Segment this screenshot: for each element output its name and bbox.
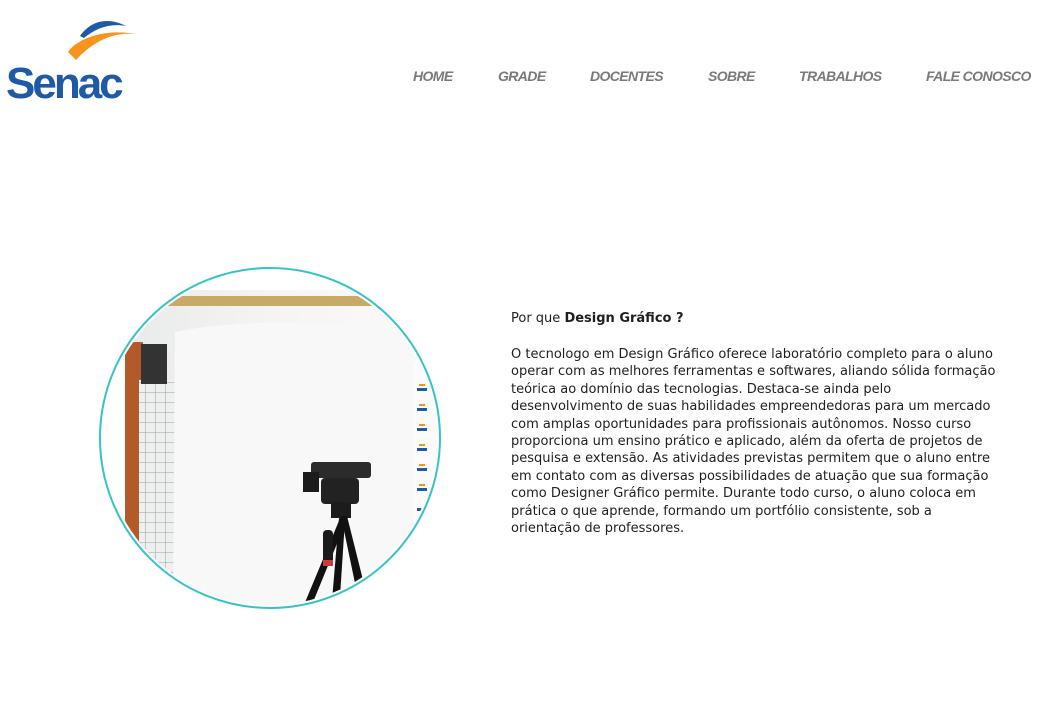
nav-sobre[interactable]: SOBRE — [708, 68, 755, 84]
heading-bold: Design Gráfico ? — [564, 311, 684, 326]
section-heading: Por que Design Gráfico ? — [511, 310, 1001, 328]
main-nav: HOME GRADE DOCENTES SOBRE TRABALHOS FALE… — [0, 0, 1057, 120]
nav-trabalhos[interactable]: TRABALHOS — [799, 68, 882, 84]
heading-prefix: Por que — [511, 311, 565, 326]
about-section: Por que Design Gráfico ? O tecnologo em … — [511, 310, 1001, 537]
nav-grade[interactable]: GRADE — [498, 68, 546, 84]
nav-home[interactable]: HOME — [413, 68, 453, 84]
nav-docentes[interactable]: DOCENTES — [590, 68, 664, 84]
hero-photo — [103, 271, 437, 605]
nav-fale-conosco[interactable]: FALE CONOSCO — [926, 68, 1031, 84]
hero-image — [99, 267, 441, 609]
section-paragraph: O tecnologo em Design Gráfico oferece la… — [511, 347, 996, 537]
